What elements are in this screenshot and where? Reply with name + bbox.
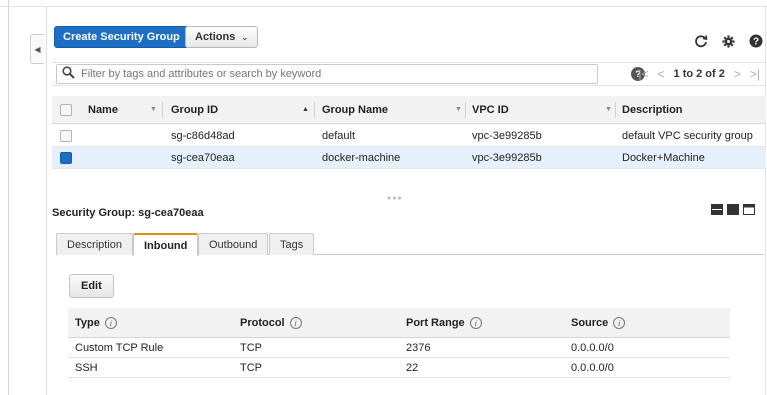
table-row[interactable]: sg-c86d48ad default vpc-3e99285b default… xyxy=(52,125,766,147)
filter-bar: ? |< < 1 to 2 of 2 > >| xyxy=(52,62,766,86)
edit-button[interactable]: Edit xyxy=(69,274,114,298)
row-vpc-id: vpc-3e99285b xyxy=(472,129,542,142)
full-view-icon[interactable] xyxy=(727,204,739,215)
row-description: Docker+Machine xyxy=(622,151,705,164)
actions-label: Actions xyxy=(195,31,236,43)
info-icon[interactable]: i xyxy=(613,317,626,329)
tab-tags[interactable]: Tags xyxy=(269,233,315,255)
column-divider xyxy=(162,102,163,118)
rule-type: SSH xyxy=(75,362,98,374)
column-description[interactable]: Description xyxy=(622,96,683,123)
rules-col-type: Type i xyxy=(75,317,117,329)
column-group-id-label: Group ID xyxy=(171,103,219,116)
minimize-view-icon[interactable] xyxy=(743,204,755,215)
svg-text:?: ? xyxy=(753,37,759,48)
page-count: 1 to 2 of 2 xyxy=(673,68,725,80)
sort-icon: ▼ xyxy=(605,106,612,113)
rules-header: Type i Protocol i Port Range i Source i xyxy=(68,308,730,338)
main-panel: Create Security Group Actions ⌄ ? ? |< <… xyxy=(46,6,766,395)
rule-source: 0.0.0.0/0 xyxy=(571,342,614,354)
info-icon[interactable]: i xyxy=(289,317,302,329)
rule-port-range: 22 xyxy=(406,362,419,374)
info-icon[interactable]: i xyxy=(104,317,117,329)
actions-dropdown[interactable]: Actions ⌄ xyxy=(185,26,259,48)
collapse-sidebar-button[interactable]: ◀ xyxy=(30,34,44,64)
search-box[interactable]: ? xyxy=(56,64,645,84)
rule-row: Custom TCP Rule TCP 2376 0.0.0.0/0 xyxy=(68,338,730,358)
create-security-group-button[interactable]: Create Security Group xyxy=(54,26,189,48)
resize-handle[interactable]: ●●● xyxy=(387,195,403,202)
sort-icon: ▼ xyxy=(150,106,157,113)
left-frame xyxy=(0,0,9,395)
filter-input[interactable] xyxy=(81,68,571,80)
row-checkbox[interactable] xyxy=(60,151,72,164)
tab-inbound[interactable]: Inbound xyxy=(133,233,199,256)
gear-icon[interactable] xyxy=(722,34,735,48)
chevron-left-icon: ◀ xyxy=(34,44,41,54)
rule-port-range: 2376 xyxy=(406,342,431,354)
prev-page-icon[interactable]: < xyxy=(658,67,665,81)
sort-asc-icon: ▲ xyxy=(302,106,309,113)
last-page-icon[interactable]: >| xyxy=(750,67,760,81)
column-divider xyxy=(615,102,616,118)
search-icon xyxy=(62,66,75,82)
column-group-id[interactable]: Group ID ▲ xyxy=(171,96,309,123)
row-group-id: sg-cea70eaa xyxy=(171,151,235,164)
split-view-icon[interactable] xyxy=(711,204,723,215)
table-row-selected[interactable]: sg-cea70eaa docker-machine vpc-3e99285b … xyxy=(52,147,766,169)
first-page-icon[interactable]: |< xyxy=(638,67,648,81)
row-description: default VPC security group xyxy=(622,129,753,142)
row-checkbox[interactable] xyxy=(60,129,72,142)
column-description-label: Description xyxy=(622,103,683,116)
rule-source: 0.0.0.0/0 xyxy=(571,362,614,374)
chevron-down-icon: ⌄ xyxy=(241,32,249,42)
sort-icon: ▼ xyxy=(455,106,462,113)
row-group-id: sg-c86d48ad xyxy=(171,129,235,142)
column-vpc-id-label: VPC ID xyxy=(472,103,509,116)
row-group-name: default xyxy=(322,129,356,142)
pagination: |< < 1 to 2 of 2 > >| xyxy=(638,67,760,81)
help-icon[interactable]: ? xyxy=(749,34,763,48)
tab-outbound[interactable]: Outbound xyxy=(198,233,269,255)
tab-description[interactable]: Description xyxy=(56,233,134,255)
column-divider xyxy=(465,102,466,118)
column-name[interactable]: Name ▼ xyxy=(88,96,157,123)
detail-title: Security Group: sg-cea70eaa xyxy=(52,207,204,219)
rules-col-protocol: Protocol i xyxy=(240,317,302,329)
column-divider xyxy=(314,102,315,118)
rule-protocol: TCP xyxy=(240,342,262,354)
next-page-icon[interactable]: > xyxy=(734,67,741,81)
row-vpc-id: vpc-3e99285b xyxy=(472,151,542,164)
top-right-icons: ? xyxy=(694,34,763,48)
column-group-name[interactable]: Group Name ▼ xyxy=(322,96,462,123)
rule-protocol: TCP xyxy=(240,362,262,374)
column-group-name-label: Group Name xyxy=(322,103,389,116)
column-vpc-id[interactable]: VPC ID ▼ xyxy=(472,96,612,123)
rules-col-source: Source i xyxy=(571,317,626,329)
detail-tabs: Description Inbound Outbound Tags xyxy=(56,232,764,256)
rules-col-port-range: Port Range i xyxy=(406,317,482,329)
layout-toggles xyxy=(711,204,755,215)
info-icon[interactable]: i xyxy=(469,317,482,329)
grid-header: Name ▼ Group ID ▲ Group Name ▼ VPC ID ▼ … xyxy=(52,96,766,124)
row-group-name: docker-machine xyxy=(322,151,401,164)
rule-row: SSH TCP 22 0.0.0.0/0 xyxy=(68,358,730,378)
column-name-label: Name xyxy=(88,103,118,116)
select-all-checkbox[interactable] xyxy=(60,96,72,123)
rule-type: Custom TCP Rule xyxy=(75,342,164,354)
refresh-icon[interactable] xyxy=(694,34,708,48)
